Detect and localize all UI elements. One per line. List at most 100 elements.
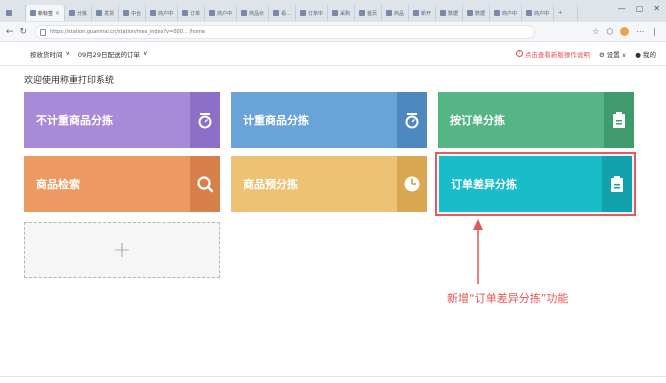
tab-label: 商户中 bbox=[534, 10, 550, 17]
browser-tab[interactable]: 数据 bbox=[436, 5, 464, 21]
tab-label: 数据 bbox=[475, 10, 486, 17]
plus-icon: + bbox=[112, 237, 132, 263]
close-window-icon[interactable]: ✕ bbox=[653, 4, 660, 13]
menu-icon[interactable]: ⋯ bbox=[636, 27, 644, 36]
browser-tab[interactable]: 发货 bbox=[92, 5, 120, 21]
back-icon[interactable]: ← bbox=[6, 27, 14, 37]
page-title: 欢迎使用称重打印系统 bbox=[24, 76, 115, 86]
browser-tab[interactable]: 商户中 bbox=[205, 5, 238, 21]
new-tab-button[interactable]: + bbox=[554, 5, 579, 21]
scale-icon bbox=[397, 92, 427, 148]
browser-tab[interactable]: 商品 bbox=[382, 5, 409, 21]
url-text: https://station.guanmai.cn/station/mes_i… bbox=[50, 28, 206, 35]
url-field[interactable]: https://station.guanmai.cn/station/mes_i… bbox=[35, 24, 536, 39]
user-menu[interactable]: ● 我的 bbox=[635, 49, 656, 59]
browser-toolbar: ☆ ⬡ ⋯ ❘ bbox=[592, 27, 666, 36]
tile-label: 订单差异分拣 bbox=[451, 178, 517, 191]
search-icon bbox=[190, 156, 220, 212]
tab-favicon-icon bbox=[69, 10, 76, 16]
browser-tab[interactable]: 订单 bbox=[178, 5, 206, 21]
nav-buttons: ← ↻ bbox=[0, 27, 27, 37]
tile-product-pre-sorting[interactable]: 商品预分拣 bbox=[231, 156, 427, 212]
browser-tab[interactable]: 看... bbox=[269, 5, 296, 21]
browser-tab[interactable]: 商户中 bbox=[522, 5, 555, 21]
tab-label: 商品价 bbox=[249, 10, 265, 17]
profile-avatar[interactable] bbox=[620, 27, 630, 36]
time-type-select[interactable]: 按收货时间 ∨ bbox=[30, 49, 70, 59]
help-link[interactable]: ? 点击查看新版操作说明 bbox=[515, 49, 590, 59]
tile-order-difference-body: 订单差异分拣 bbox=[439, 156, 632, 212]
tab-label: 分拣 bbox=[77, 10, 88, 17]
tab-favicon-icon bbox=[331, 10, 338, 16]
tab-favicon-icon bbox=[241, 10, 248, 16]
tab-favicon-icon bbox=[526, 10, 533, 16]
tab-label: 发货 bbox=[104, 10, 115, 17]
tile-label: 商品检索 bbox=[36, 178, 80, 191]
tab-label: 中台 bbox=[131, 10, 142, 17]
tile-order-difference-sorting[interactable]: 订单差异分拣 bbox=[435, 152, 636, 216]
extension-icon[interactable]: ⬡ bbox=[606, 27, 613, 36]
browser-tab[interactable]: 商户中 bbox=[490, 5, 523, 21]
address-bar: ← ↻ https://station.guanmai.cn/station/m… bbox=[0, 22, 666, 42]
chevron-down-icon: ∨ bbox=[621, 51, 627, 59]
close-icon[interactable]: ✕ bbox=[55, 10, 60, 17]
browser-tab[interactable]: 采购 bbox=[328, 5, 355, 21]
browser-app-icon[interactable] bbox=[2, 5, 26, 21]
tab-label: 看... bbox=[281, 10, 291, 17]
app-header: 按收货时间 ∨ 09月29日配送的订单 ∨ ? 点击查看新版操作说明 ⚙ 设置 … bbox=[0, 42, 666, 66]
add-tile-button[interactable]: + bbox=[24, 222, 220, 278]
star-icon[interactable]: ☆ bbox=[592, 27, 599, 36]
tile-weighed-sorting[interactable]: 计重商品分拣 bbox=[231, 92, 427, 148]
browser-tab[interactable]: 中台 bbox=[119, 5, 147, 21]
user-icon: ● bbox=[635, 50, 641, 59]
clipboard-icon bbox=[602, 156, 632, 212]
tab-favicon-icon bbox=[123, 10, 130, 16]
tile-label: 计重商品分拣 bbox=[243, 114, 309, 127]
chevron-down-icon: ∨ bbox=[142, 50, 148, 57]
browser-tab[interactable]: 分拣 bbox=[65, 5, 93, 21]
tile-label: 按订单分拣 bbox=[450, 114, 505, 127]
chevron-down-icon: ∨ bbox=[65, 50, 70, 57]
gear-icon: ⚙ bbox=[598, 50, 605, 59]
browser-tab[interactable]: 新开 bbox=[409, 5, 437, 21]
tab-label: 新标签 bbox=[38, 10, 54, 17]
tab-label: 新开 bbox=[421, 10, 432, 17]
minimize-icon[interactable]: — bbox=[618, 4, 626, 13]
order-date-select[interactable]: 09月29日配送的订单 ∨ bbox=[78, 49, 147, 59]
lock-icon bbox=[40, 28, 47, 36]
tab-label: 订单 bbox=[190, 10, 201, 17]
browser-tab[interactable]: 商品价 bbox=[237, 5, 270, 21]
tile-non-weighed-sorting[interactable]: 不计重商品分拣 bbox=[24, 92, 220, 148]
tab-label: 首页 bbox=[366, 10, 377, 17]
time-type-label: 按收货时间 bbox=[30, 50, 63, 59]
browser-tab-bar: 新标签 ✕ 分拣 发货 中台 商户中 订单 商户中 商品价 看... 订单中 采购… bbox=[0, 0, 666, 22]
settings-menu[interactable]: ⚙ 设置 ∨ bbox=[599, 49, 626, 59]
annotation-text: 新增“订单差异分拣”功能 bbox=[447, 292, 569, 305]
header-actions: ? 点击查看新版操作说明 ⚙ 设置 ∨ ● 我的 bbox=[515, 49, 666, 59]
settings-label: 设置 bbox=[606, 50, 620, 59]
tab-favicon-icon bbox=[30, 10, 36, 16]
browser-tab[interactable]: 首页 bbox=[355, 5, 382, 21]
browser-tab[interactable]: 新标签 ✕ bbox=[26, 5, 66, 21]
tab-favicon-icon bbox=[385, 10, 392, 16]
question-icon: ? bbox=[515, 50, 523, 57]
tab-favicon-icon bbox=[358, 10, 365, 16]
divider bbox=[0, 376, 666, 377]
tab-label: 商户中 bbox=[217, 10, 233, 17]
window-controls: — ▢ ✕ bbox=[618, 4, 660, 13]
screen: 新标签 ✕ 分拣 发货 中台 商户中 订单 商户中 商品价 看... 订单中 采购… bbox=[0, 0, 666, 383]
tab-favicon-icon bbox=[413, 10, 419, 16]
browser-tab[interactable]: 数据 bbox=[463, 5, 491, 21]
maximize-icon[interactable]: ▢ bbox=[636, 4, 644, 13]
tile-order-sorting[interactable]: 按订单分拣 bbox=[438, 92, 634, 148]
tile-label: 商品预分拣 bbox=[243, 178, 298, 191]
tile-product-search[interactable]: 商品检索 bbox=[24, 156, 220, 212]
tab-favicon-icon bbox=[299, 10, 306, 16]
order-date-label: 09月29日配送的订单 bbox=[77, 50, 140, 59]
sidebar-icon[interactable]: ❘ bbox=[651, 27, 658, 36]
reload-icon[interactable]: ↻ bbox=[20, 27, 28, 37]
tab-favicon-icon bbox=[150, 10, 157, 16]
browser-tab[interactable]: 商户中 bbox=[146, 5, 179, 21]
tab-favicon-icon bbox=[273, 10, 280, 16]
browser-tab[interactable]: 订单中 bbox=[296, 5, 328, 21]
